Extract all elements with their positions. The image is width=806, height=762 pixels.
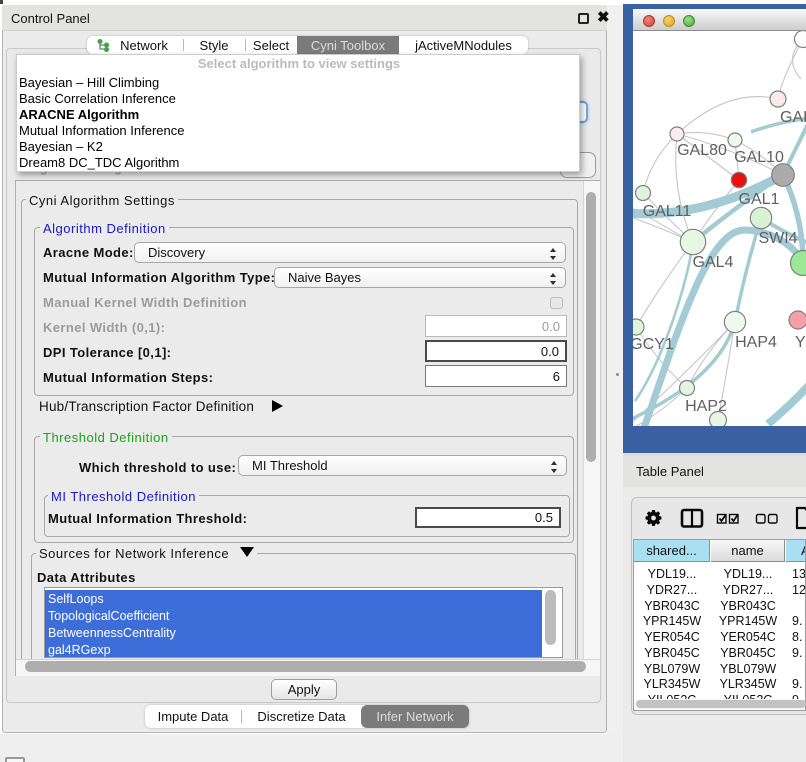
svg-text:GAL10: GAL10 <box>734 149 784 166</box>
svg-text:SWI4: SWI4 <box>758 230 797 247</box>
svg-text:GCY1: GCY1 <box>633 336 674 353</box>
svg-text:YD: YD <box>795 334 806 351</box>
svg-text:GAL2: GAL2 <box>780 109 806 126</box>
svg-text:HAP4: HAP4 <box>735 334 777 351</box>
svg-text:GAL11: GAL11 <box>643 203 692 220</box>
svg-text:HAP2: HAP2 <box>685 398 727 415</box>
svg-text:GAL4: GAL4 <box>693 254 734 271</box>
svg-text:GAL80: GAL80 <box>677 142 727 159</box>
svg-text:GAL1: GAL1 <box>739 191 780 208</box>
